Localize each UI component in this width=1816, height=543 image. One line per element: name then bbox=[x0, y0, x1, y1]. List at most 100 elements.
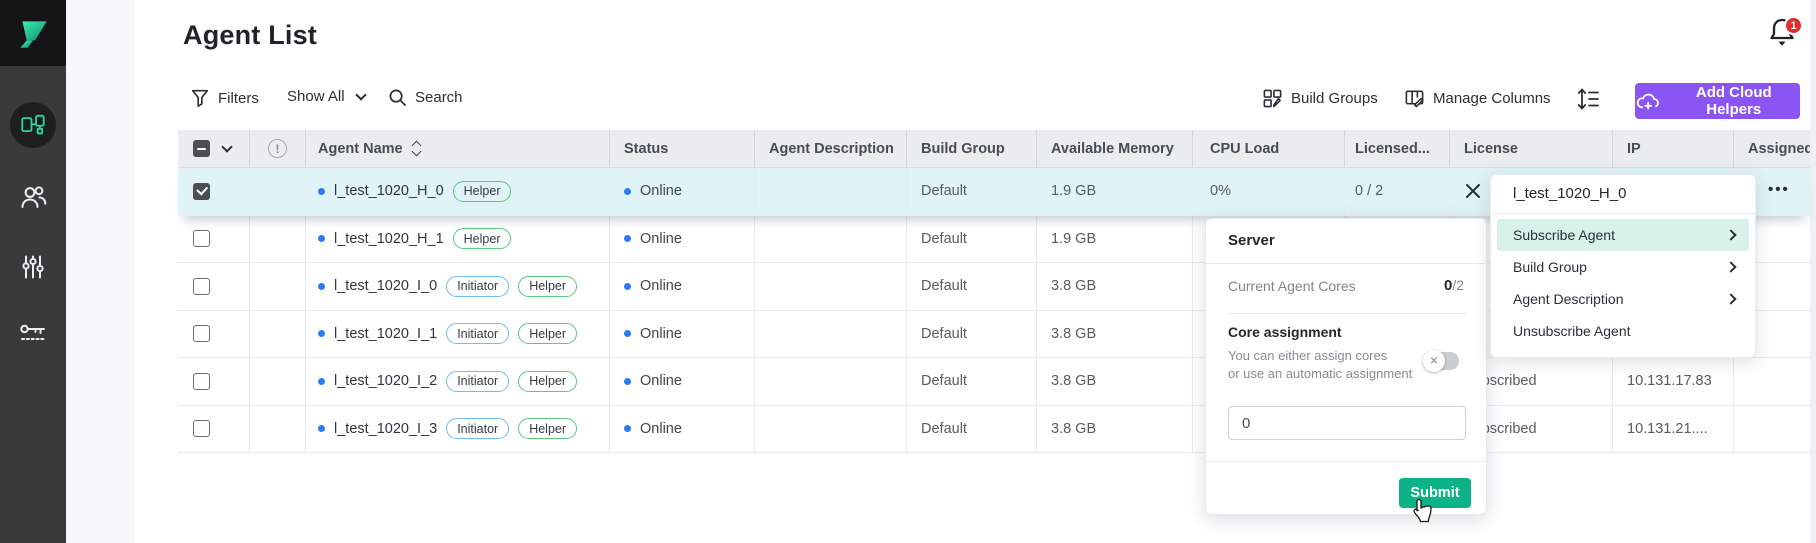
incredibuild-logo-icon bbox=[14, 14, 52, 52]
page-title: Agent List bbox=[183, 20, 317, 51]
row-checkbox[interactable] bbox=[193, 373, 210, 390]
licensed-value: 0 / 2 bbox=[1345, 168, 1450, 215]
users-icon bbox=[20, 184, 47, 210]
core-assignment-popup: Server Current Agent Cores 0/2 Core assi… bbox=[1205, 218, 1487, 515]
ip-value: 10.131.17.83 bbox=[1613, 358, 1734, 405]
row-checkbox[interactable] bbox=[193, 325, 210, 342]
menu-item-subscribe-agent[interactable]: Subscribe Agent bbox=[1497, 219, 1749, 251]
close-icon[interactable] bbox=[1464, 182, 1482, 200]
core-assignment-hint: You can either assign cores or use an au… bbox=[1228, 347, 1412, 383]
row-checkbox[interactable] bbox=[193, 278, 210, 295]
row-density-button[interactable] bbox=[1576, 86, 1600, 112]
assigned-value bbox=[1734, 406, 1810, 453]
memory-value: 3.8 GB bbox=[1037, 358, 1193, 405]
agent-description-value bbox=[755, 216, 907, 263]
sort-icon[interactable] bbox=[413, 142, 420, 156]
show-all-dropdown[interactable]: Show All bbox=[287, 88, 365, 105]
divider bbox=[1206, 263, 1486, 264]
agent-description-value bbox=[755, 311, 907, 358]
agent-dot-icon bbox=[318, 188, 325, 195]
app-logo[interactable] bbox=[0, 0, 66, 66]
header-available-memory[interactable]: Available Memory bbox=[1037, 130, 1193, 167]
build-group-value: Default bbox=[907, 263, 1037, 310]
status-value: Online bbox=[640, 278, 682, 294]
agent-name[interactable]: l_test_1020_I_0 bbox=[334, 278, 437, 294]
header-assigned[interactable]: Assigned bbox=[1734, 130, 1810, 167]
helper-tag: Helper bbox=[518, 323, 577, 344]
sidebar-item-settings[interactable] bbox=[0, 239, 66, 295]
sidebar-item-license[interactable] bbox=[0, 305, 66, 361]
agent-dot-icon bbox=[318, 378, 325, 385]
cores-input[interactable] bbox=[1228, 406, 1466, 440]
memory-value: 3.8 GB bbox=[1037, 263, 1193, 310]
header-select-cell bbox=[178, 130, 250, 167]
current-cores-label: Current Agent Cores bbox=[1228, 278, 1356, 294]
agent-dot-icon bbox=[318, 235, 325, 242]
agent-name[interactable]: l_test_1020_I_3 bbox=[334, 421, 437, 437]
helper-tag: Helper bbox=[453, 181, 512, 202]
status-value: Online bbox=[640, 373, 682, 389]
table-row[interactable]: l_test_1020_I_3InitiatorHelper Online De… bbox=[178, 406, 1810, 454]
selection-menu-chevron-icon[interactable] bbox=[221, 141, 232, 152]
filters-label: Filters bbox=[218, 90, 259, 107]
build-group-value: Default bbox=[907, 406, 1037, 453]
ip-value: 10.131.21.... bbox=[1613, 406, 1734, 453]
helper-tag: Helper bbox=[518, 276, 577, 297]
table-header-row: ! Agent Name Status Agent Description Bu… bbox=[178, 130, 1810, 168]
select-all-checkbox[interactable] bbox=[193, 140, 210, 157]
agent-context-menu: l_test_1020_H_0 Subscribe Agent Build Gr… bbox=[1490, 174, 1756, 358]
add-cloud-helpers-button[interactable]: Add Cloud Helpers bbox=[1635, 83, 1800, 119]
filters-button[interactable]: Filters bbox=[190, 88, 259, 108]
menu-item-build-group[interactable]: Build Group bbox=[1497, 251, 1749, 283]
header-agent-description[interactable]: Agent Description bbox=[755, 130, 907, 167]
notifications-button[interactable]: 1 bbox=[1768, 16, 1802, 56]
manage-columns-button[interactable]: Manage Columns bbox=[1404, 88, 1551, 109]
status-dot-icon bbox=[624, 283, 631, 290]
header-agent-name[interactable]: Agent Name bbox=[306, 130, 610, 167]
row-checkbox[interactable] bbox=[193, 230, 210, 247]
header-ip[interactable]: IP bbox=[1613, 130, 1734, 167]
agent-name[interactable]: l_test_1020_I_1 bbox=[334, 326, 437, 342]
submenu-chevron-icon bbox=[1725, 229, 1736, 240]
row-checkbox[interactable] bbox=[193, 420, 210, 437]
initiator-tag: Initiator bbox=[446, 323, 509, 344]
header-license[interactable]: License bbox=[1450, 130, 1613, 167]
sidebar-item-users[interactable] bbox=[0, 169, 66, 225]
agent-name[interactable]: l_test_1020_H_1 bbox=[334, 231, 444, 247]
menu-item-agent-description[interactable]: Agent Description bbox=[1497, 283, 1749, 315]
build-group-value: Default bbox=[907, 216, 1037, 263]
agent-list-screen: Agent List 1 Filters Show All Search Bui… bbox=[0, 0, 1816, 543]
header-status[interactable]: Status bbox=[610, 130, 755, 167]
auto-assignment-toggle[interactable]: ✕ bbox=[1425, 352, 1459, 370]
status-dot-icon bbox=[624, 235, 631, 242]
row-checkbox[interactable] bbox=[193, 183, 210, 200]
memory-value: 3.8 GB bbox=[1037, 311, 1193, 358]
search-button[interactable]: Search bbox=[388, 88, 463, 107]
helper-tag: Helper bbox=[518, 371, 577, 392]
header-licensed[interactable]: Licensed... bbox=[1345, 130, 1450, 167]
current-cores-value: 0/2 bbox=[1444, 277, 1464, 294]
alert-circle-icon[interactable]: ! bbox=[268, 139, 287, 158]
build-groups-button[interactable]: Build Groups bbox=[1262, 88, 1378, 109]
submit-button[interactable]: Submit bbox=[1399, 478, 1471, 508]
menu-item-unsubscribe-agent[interactable]: Unsubscribe Agent bbox=[1497, 315, 1749, 347]
row-actions-kebab-icon[interactable]: ••• bbox=[1768, 181, 1790, 198]
helper-tag: Helper bbox=[518, 418, 577, 439]
build-group-value: Default bbox=[907, 311, 1037, 358]
core-assignment-title: Core assignment bbox=[1228, 324, 1342, 340]
scrollbar-track[interactable] bbox=[1810, 0, 1816, 543]
status-dot-icon bbox=[624, 378, 631, 385]
agent-name[interactable]: l_test_1020_I_2 bbox=[334, 373, 437, 389]
agent-description-value bbox=[755, 406, 907, 453]
header-build-group[interactable]: Build Group bbox=[907, 130, 1037, 167]
agent-name[interactable]: l_test_1020_H_0 bbox=[334, 183, 444, 199]
status-dot-icon bbox=[624, 425, 631, 432]
table-row[interactable]: l_test_1020_I_2InitiatorHelper Online De… bbox=[178, 358, 1810, 406]
filter-funnel-icon bbox=[190, 88, 210, 108]
notification-badge: 1 bbox=[1784, 16, 1803, 35]
header-cpu-load[interactable]: CPU Load bbox=[1193, 130, 1345, 167]
sidebar-item-agents[interactable] bbox=[0, 97, 66, 153]
memory-value: 3.8 GB bbox=[1037, 406, 1193, 453]
initiator-tag: Initiator bbox=[446, 418, 509, 439]
active-nav-indicator bbox=[10, 102, 56, 148]
